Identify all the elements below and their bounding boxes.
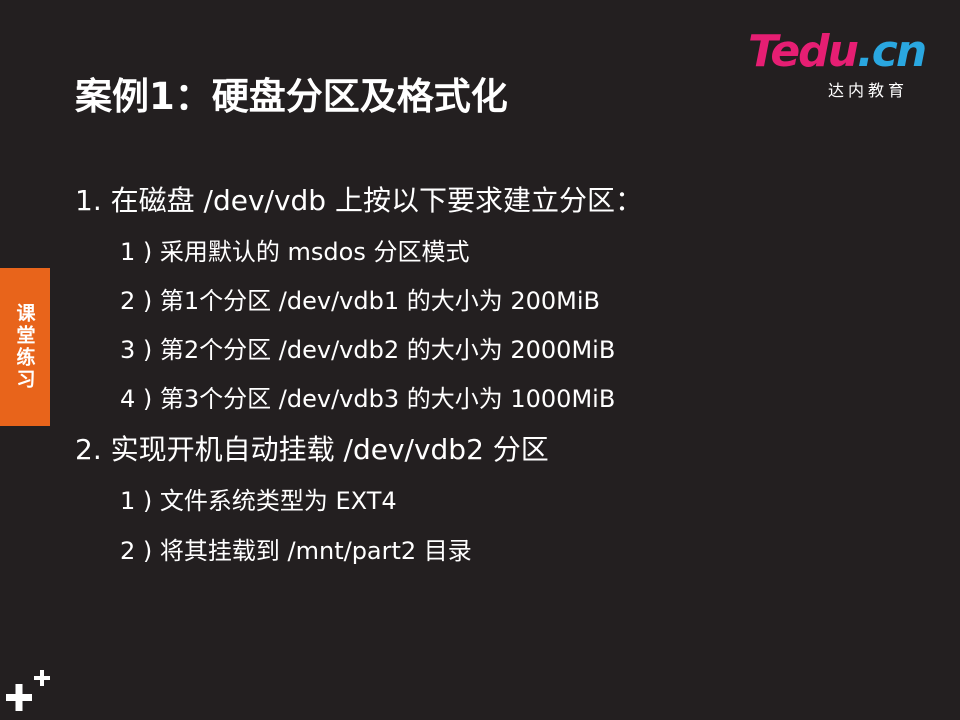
plus-plus-icon	[6, 670, 50, 711]
slide-title: 案例1：硬盘分区及格式化	[75, 75, 508, 118]
list-item-2: 2. 实现开机自动挂载 /dev/vdb2 分区	[75, 433, 549, 466]
logo-subtitle: 达内教育	[828, 81, 909, 100]
logo-cn-text: .cn	[857, 26, 927, 77]
sub-item-2-1: 1 ) 文件系统类型为 EXT4	[120, 487, 397, 515]
tedu-logo: Tedu.cn 达内教育	[748, 30, 938, 101]
side-tab-label: 课堂练习	[13, 303, 36, 391]
side-tab: 课堂练习	[0, 268, 50, 426]
sub-item-1-3: 3 ) 第2个分区 /dev/vdb2 的大小为 2000MiB	[120, 336, 616, 364]
sub-item-2-2: 2 ) 将其挂载到 /mnt/part2 目录	[120, 537, 472, 565]
sub-item-1-4: 4 ) 第3个分区 /dev/vdb3 的大小为 1000MiB	[120, 385, 616, 413]
logo-wordmark: Tedu.cn	[748, 30, 927, 74]
sub-item-1-1: 1 ) 采用默认的 msdos 分区模式	[120, 238, 470, 266]
logo-tedu-text: Tedu	[748, 26, 859, 77]
sub-item-1-2: 2 ) 第1个分区 /dev/vdb1 的大小为 200MiB	[120, 287, 601, 315]
list-item-1: 1. 在磁盘 /dev/vdb 上按以下要求建立分区：	[75, 184, 643, 217]
